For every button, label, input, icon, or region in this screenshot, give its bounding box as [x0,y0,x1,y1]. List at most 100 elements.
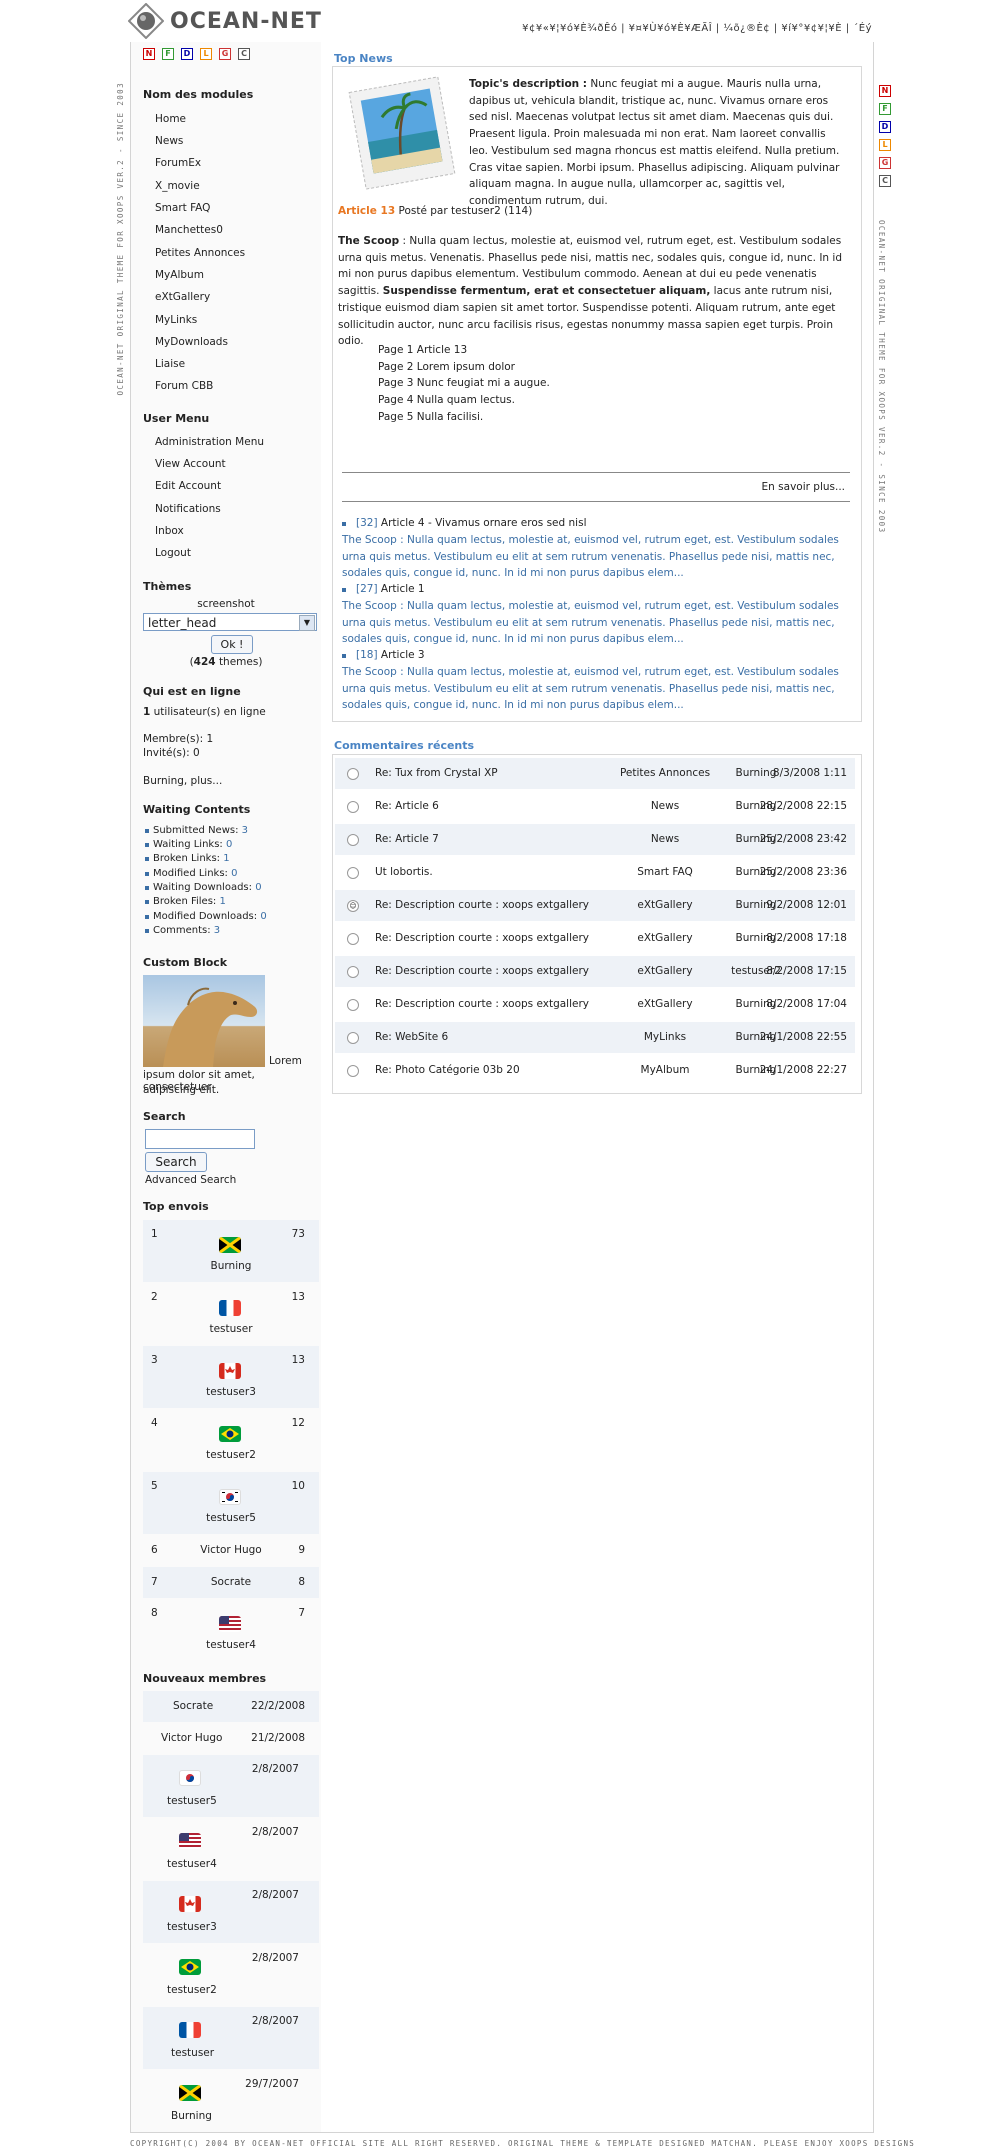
divider [342,472,850,473]
article-title-link[interactable]: Article 13 [338,205,395,217]
related-article-title[interactable]: Article 3 [381,649,425,661]
waiting-submitted-news[interactable]: Submitted News: 3 [144,825,248,836]
related-article-title[interactable]: Article 4 - Vivamus ornare eros sed nisl [381,517,587,529]
lang-n-button[interactable]: N [879,85,891,97]
top-poster-row[interactable]: 1 73 Burning [143,1220,319,1282]
article-page-2[interactable]: Page 2 Lorem ipsum dolor [378,359,515,376]
module-forumex[interactable]: ForumEx [155,157,201,169]
left-vertical-caption: OCEAN-NET ORIGINAL THEME FOR XOOPS VER.2… [116,82,125,396]
lang-f-button[interactable]: F [162,48,174,60]
top-poster-row[interactable]: 6 Victor Hugo 9 [143,1535,319,1566]
related-article-id[interactable]: [18] [356,649,378,661]
article-page-4[interactable]: Page 4 Nulla quam lectus. [378,392,515,409]
related-article-teaser[interactable]: The Scoop : Nulla quam lectus, molestie … [342,598,850,648]
user-menu-notifications[interactable]: Notifications [155,503,221,515]
module-myalbum[interactable]: MyAlbum [155,269,204,281]
user-menu-admin[interactable]: Administration Menu [155,436,264,448]
chevron-down-icon[interactable]: ▼ [299,615,315,631]
user-menu-inbox[interactable]: Inbox [155,525,184,537]
lang-n-button[interactable]: N [143,48,155,60]
module-smart-faq[interactable]: Smart FAQ [155,202,210,214]
related-article-title[interactable]: Article 1 [381,583,425,595]
lang-g-button[interactable]: G [219,48,231,60]
top-poster-row[interactable]: 8 7 testuser4 [143,1599,319,1661]
top-navigation[interactable]: ¥¢¥«¥¦¥ó¥È¾ðÊó | ¥¤¥Ù¥ó¥È¥ÆÃÎ | ¼õ¿®È¢ |… [522,23,872,34]
lang-l-button[interactable]: L [200,48,212,60]
comment-row[interactable]: Re: Photo Catégorie 03b 20 MyAlbum Burni… [335,1055,855,1086]
user-menu-edit-account[interactable]: Edit Account [155,480,221,492]
waiting-modified-links[interactable]: Modified Links: 0 [144,868,237,879]
comment-row[interactable]: Ut lobortis. Smart FAQ Burning 25/2/2008… [335,857,855,888]
waiting-downloads[interactable]: Waiting Downloads: 0 [145,882,262,893]
related-article-id[interactable]: [27] [356,583,378,595]
module-mydownloads[interactable]: MyDownloads [155,336,228,348]
new-member-row[interactable]: Socrate 22/2/2008 [143,1691,319,1722]
article-meta: Posté par testuser2 (114) [398,205,533,217]
module-mylinks[interactable]: MyLinks [155,314,197,326]
top-poster-row[interactable]: 7 Socrate 8 [143,1567,319,1598]
new-member-row[interactable]: testuser2 2/8/2007 [143,1944,319,2006]
module-x-movie[interactable]: X_movie [155,180,200,192]
lang-d-button[interactable]: D [181,48,193,60]
search-input[interactable] [145,1129,255,1149]
new-member-row[interactable]: Burning 29/7/2007 [143,2070,319,2132]
right-vertical-caption: OCEAN-NET ORIGINAL THEME FOR XOOPS VER.2… [877,220,886,534]
waiting-broken-files[interactable]: Broken Files: 1 [145,896,226,907]
theme-ok-button[interactable]: Ok ! [211,635,253,654]
related-article-id[interactable]: [32] [356,517,378,529]
comment-row[interactable]: ☺ Re: Description courte : xoops extgall… [335,890,855,921]
lang-g-button[interactable]: G [879,157,891,169]
comment-row[interactable]: Re: Tux from Crystal XP Petites Annonces… [335,758,855,789]
module-manchettes0[interactable]: Manchettes0 [155,224,223,236]
article-page-3[interactable]: Page 3 Nunc feugiat mi a augue. [378,375,550,392]
waiting-comments[interactable]: Comments: 3 [144,925,220,936]
lang-c-button[interactable]: C [879,175,891,187]
new-member-row[interactable]: testuser3 2/8/2007 [143,1881,319,1943]
read-more-link[interactable]: En savoir plus... [762,481,845,493]
waiting-links[interactable]: Waiting Links: 0 [144,839,232,850]
top-poster-row[interactable]: 4 12 testuser2 [143,1409,319,1471]
waiting-broken-links[interactable]: Broken Links: 1 [145,853,230,864]
article-page-5[interactable]: Page 5 Nulla facilisi. [378,409,483,426]
comment-row[interactable]: Re: WebSite 6 MyLinks Burning 24/1/2008 … [335,1022,855,1053]
comment-row[interactable]: Re: Description courte : xoops extgaller… [335,989,855,1020]
module-liaise[interactable]: Liaise [155,358,185,370]
user-menu-view-account[interactable]: View Account [155,458,226,470]
lang-c-button[interactable]: C [238,48,250,60]
site-logo[interactable]: OCEAN-NET [128,3,322,39]
new-member-row[interactable]: testuser4 2/8/2007 [143,1818,319,1880]
comment-icon [347,966,359,978]
related-article-teaser[interactable]: The Scoop : Nulla quam lectus, molestie … [342,532,850,582]
top-poster-row[interactable]: 2 13 testuser [143,1283,319,1345]
new-member-row[interactable]: testuser 2/8/2007 [143,2007,319,2069]
theme-select-value: letter_head [148,616,217,630]
topic-image [347,74,457,192]
module-forum-cbb[interactable]: Forum CBB [155,380,213,392]
new-member-row[interactable]: testuser5 2/8/2007 [143,1755,319,1817]
theme-select[interactable]: letter_head ▼ [143,613,317,631]
waiting-title: Waiting Contents [143,803,251,816]
new-member-row[interactable]: Victor Hugo 21/2/2008 [143,1723,319,1754]
comment-row[interactable]: Re: Article 6 News Burning 28/2/2008 22:… [335,791,855,822]
user-menu-logout[interactable]: Logout [155,547,191,559]
article-page-1[interactable]: Page 1 Article 13 [378,342,467,359]
comment-row[interactable]: Re: Description courte : xoops extgaller… [335,956,855,987]
module-news[interactable]: News [155,135,183,147]
module-extgallery[interactable]: eXtGallery [155,291,210,303]
waiting-modified-downloads[interactable]: Modified Downloads: 0 [145,911,267,922]
module-home[interactable]: Home [155,113,186,125]
lang-f-button[interactable]: F [879,103,891,115]
search-button[interactable]: Search [145,1152,207,1172]
jamaica-flag-icon [219,1237,241,1253]
comment-row[interactable]: Re: Description courte : xoops extgaller… [335,923,855,954]
custom-block-text-1: Lorem [269,1055,302,1067]
comment-row[interactable]: Re: Article 7 News Burning 25/2/2008 23:… [335,824,855,855]
related-article-teaser[interactable]: The Scoop : Nulla quam lectus, molestie … [342,664,850,714]
module-petites-annonces[interactable]: Petites Annonces [155,247,245,259]
lang-l-button[interactable]: L [879,139,891,151]
top-poster-row[interactable]: 3 13 testuser3 [143,1346,319,1408]
lang-d-button[interactable]: D [879,121,891,133]
advanced-search-link[interactable]: Advanced Search [145,1174,236,1186]
top-poster-row[interactable]: 5 10 testuser5 [143,1472,319,1534]
online-names-link[interactable]: Burning, plus... [143,775,222,787]
